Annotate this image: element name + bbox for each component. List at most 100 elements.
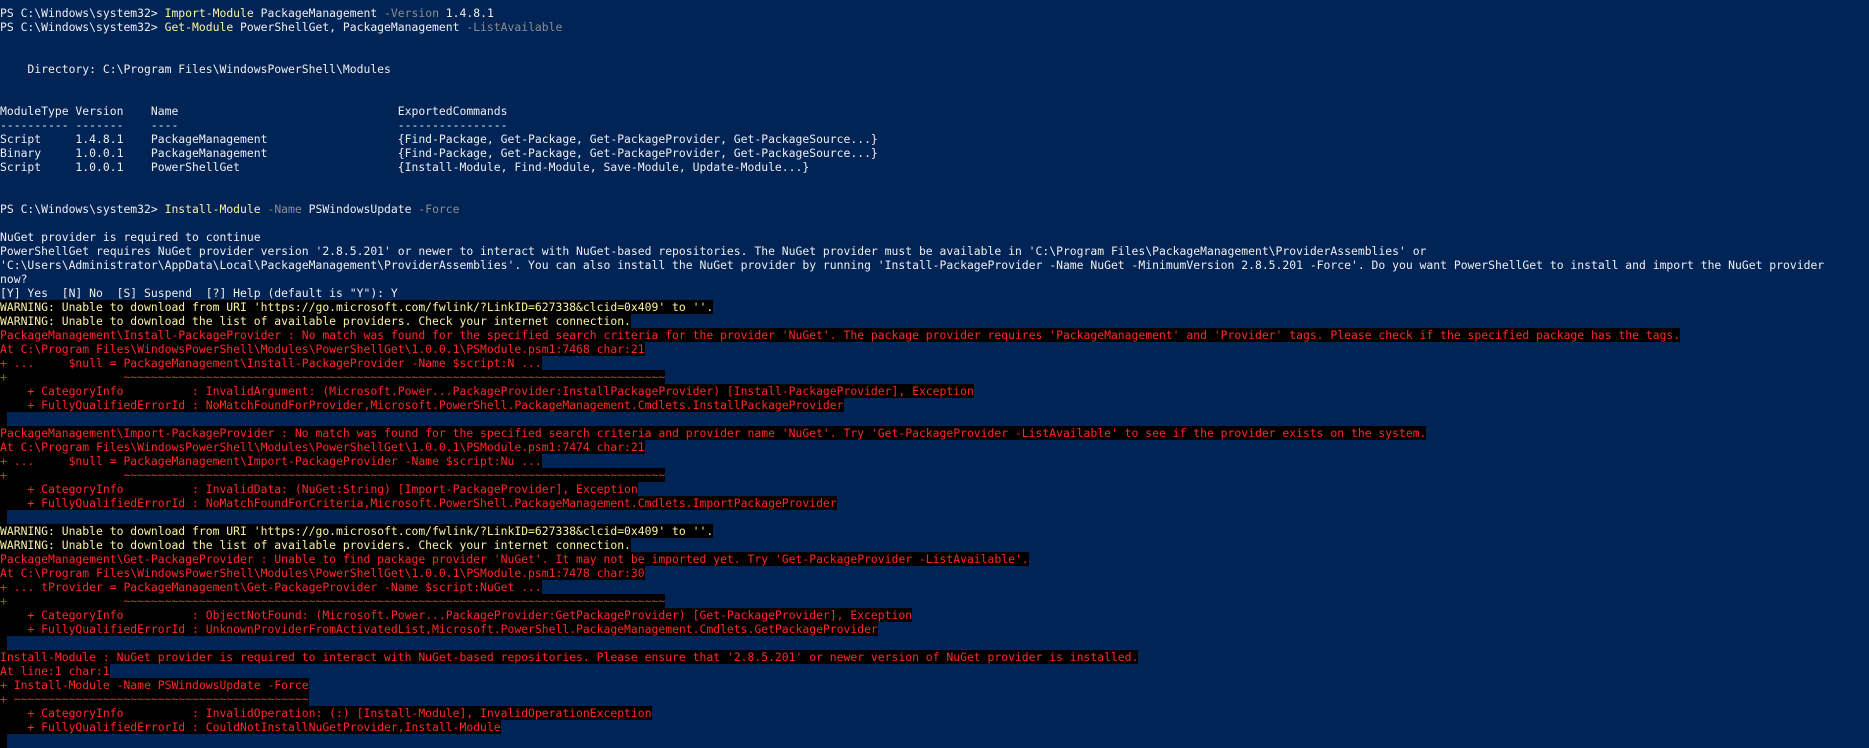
console-line: WARNING: Unable to download the list of … — [0, 538, 1869, 552]
console-line: + ~~~~~~~~~~~~~~~~~~~~~~~~~~~~~~~~~~~~~~… — [0, 370, 1869, 384]
error-text: PackageManagement\Import-PackageProvider… — [0, 426, 1427, 440]
console-line: At line:1 char:1 — [0, 664, 1869, 678]
output-text: Script 1.4.8.1 PackageManagement {Find-P… — [0, 132, 878, 146]
output-text: PackageManagement — [253, 6, 385, 20]
output-text: PSWindowsUpdate — [301, 202, 419, 216]
error-highlight — [0, 734, 7, 748]
warning-text: WARNING: Unable to download the list of … — [0, 538, 631, 552]
warning-text: WARNING: Unable to download the list of … — [0, 314, 631, 328]
error-text: + CategoryInfo : InvalidData: (NuGet:Str… — [0, 482, 638, 496]
console-line: PackageManagement\Get-PackageProvider : … — [0, 552, 1869, 566]
output-text: NuGet provider is required to continue — [0, 230, 261, 244]
console-line: + FullyQualifiedErrorId : CouldNotInstal… — [0, 720, 1869, 734]
warning-text: WARNING: Unable to download from URI 'ht… — [0, 524, 714, 538]
error-text: At C:\Program Files\WindowsPowerShell\Mo… — [0, 566, 645, 580]
console-line: + Install-Module -Name PSWindowsUpdate -… — [0, 678, 1869, 692]
error-text: + FullyQualifiedErrorId : NoMatchFoundFo… — [0, 496, 837, 510]
error-text: + FullyQualifiedErrorId : CouldNotInstal… — [0, 720, 501, 734]
output-text: PS C:\Windows\system32> — [0, 20, 165, 34]
console-line — [0, 734, 1869, 748]
console-line: PackageManagement\Install-PackageProvide… — [0, 328, 1869, 342]
console-line: + CategoryInfo : InvalidOperation: (:) [… — [0, 706, 1869, 720]
error-text: At line:1 char:1 — [0, 664, 110, 678]
output-text: 'C:\Users\Administrator\AppData\Local\Pa… — [0, 258, 1825, 272]
console-line: + FullyQualifiedErrorId : NoMatchFoundFo… — [0, 496, 1869, 510]
console-line: Directory: C:\Program Files\WindowsPower… — [0, 62, 1869, 76]
output-text: PowerShellGet requires NuGet provider ve… — [0, 244, 1427, 258]
console-line: ModuleType Version Name ExportedCommands — [0, 104, 1869, 118]
console-line: + ... $null = PackageManagement\Import-P… — [0, 454, 1869, 468]
powershell-console[interactable]: PS C:\Windows\system32> Import-Module Pa… — [0, 6, 1869, 748]
output-text: ---------- ------- ---- ---------------- — [0, 118, 508, 132]
error-highlight — [0, 412, 7, 426]
error-highlight — [0, 510, 7, 524]
error-text: Install-Module : NuGet provider is requi… — [0, 650, 1139, 664]
error-text: PackageManagement\Get-PackageProvider : … — [0, 552, 1029, 566]
console-line: Script 1.4.8.1 PackageManagement {Find-P… — [0, 132, 1869, 146]
error-text: + CategoryInfo : InvalidArgument: (Micro… — [0, 384, 974, 398]
error-text: PackageManagement\Install-PackageProvide… — [0, 328, 1681, 342]
console-line: + ... tProvider = PackageManagement\Get-… — [0, 580, 1869, 594]
output-text: Binary 1.0.0.1 PackageManagement {Find-P… — [0, 146, 878, 160]
command-name: Import-Module — [164, 6, 254, 20]
console-line: Install-Module : NuGet provider is requi… — [0, 650, 1869, 664]
output-text: 1.4.8.1 — [438, 6, 494, 20]
console-line: + ~~~~~~~~~~~~~~~~~~~~~~~~~~~~~~~~~~~~~~… — [0, 468, 1869, 482]
console-line: + FullyQualifiedErrorId : UnknownProvide… — [0, 622, 1869, 636]
error-text: + FullyQualifiedErrorId : NoMatchFoundFo… — [0, 398, 844, 412]
error-text: + ~~~~~~~~~~~~~~~~~~~~~~~~~~~~~~~~~~~~~~… — [0, 594, 666, 608]
command-parameter: -Name — [267, 202, 302, 216]
command-parameter: -Force — [418, 202, 460, 216]
output-text: PS C:\Windows\system32> — [0, 202, 165, 216]
error-text: At C:\Program Files\WindowsPowerShell\Mo… — [0, 342, 645, 356]
console-line: Binary 1.0.0.1 PackageManagement {Find-P… — [0, 146, 1869, 160]
console-line: Script 1.0.0.1 PowerShellGet {Install-Mo… — [0, 160, 1869, 174]
console-line: WARNING: Unable to download from URI 'ht… — [0, 524, 1869, 538]
console-line: WARNING: Unable to download from URI 'ht… — [0, 300, 1869, 314]
console-line: At C:\Program Files\WindowsPowerShell\Mo… — [0, 566, 1869, 580]
output-text: ModuleType Version Name ExportedCommands — [0, 104, 508, 118]
error-text: + CategoryInfo : InvalidOperation: (:) [… — [0, 706, 652, 720]
console-line: WARNING: Unable to download the list of … — [0, 314, 1869, 328]
error-text: + ... $null = PackageManagement\Install-… — [0, 356, 542, 370]
console-line: + CategoryInfo : ObjectNotFound: (Micros… — [0, 608, 1869, 622]
error-text: + ~~~~~~~~~~~~~~~~~~~~~~~~~~~~~~~~~~~~~~… — [0, 370, 666, 384]
console-line: + ... $null = PackageManagement\Install-… — [0, 356, 1869, 370]
console-line: At C:\Program Files\WindowsPowerShell\Mo… — [0, 440, 1869, 454]
error-text: + ~~~~~~~~~~~~~~~~~~~~~~~~~~~~~~~~~~~~~~… — [0, 692, 309, 706]
console-line: ---------- ------- ---- ---------------- — [0, 118, 1869, 132]
command-name: Install-Module — [164, 202, 261, 216]
output-text: [Y] Yes [N] No [S] Suspend [?] Help (def… — [0, 286, 398, 300]
error-text: At C:\Program Files\WindowsPowerShell\Mo… — [0, 440, 645, 454]
console-line: PackageManagement\Import-PackageProvider… — [0, 426, 1869, 440]
console-line: + ~~~~~~~~~~~~~~~~~~~~~~~~~~~~~~~~~~~~~~… — [0, 594, 1869, 608]
error-highlight — [0, 636, 7, 650]
error-text: + ... tProvider = PackageManagement\Get-… — [0, 580, 542, 594]
output-text: Directory: C:\Program Files\WindowsPower… — [0, 62, 391, 76]
error-text: + FullyQualifiedErrorId : UnknownProvide… — [0, 622, 878, 636]
console-line: [Y] Yes [N] No [S] Suspend [?] Help (def… — [0, 286, 1869, 300]
error-text: + CategoryInfo : ObjectNotFound: (Micros… — [0, 608, 913, 622]
console-line: NuGet provider is required to continue — [0, 230, 1869, 244]
console-line — [0, 636, 1869, 650]
console-line: now? — [0, 272, 1869, 286]
console-line: PS C:\Windows\system32> Install-Module -… — [0, 202, 1869, 216]
command-name: Get-Module — [164, 20, 234, 34]
console-line — [0, 510, 1869, 524]
console-line — [0, 412, 1869, 426]
console-line: PS C:\Windows\system32> Get-Module Power… — [0, 20, 1869, 34]
console-line: + CategoryInfo : InvalidData: (NuGet:Str… — [0, 482, 1869, 496]
console-line: + CategoryInfo : InvalidArgument: (Micro… — [0, 384, 1869, 398]
output-text: PS C:\Windows\system32> — [0, 6, 165, 20]
console-line: PS C:\Windows\system32> Import-Module Pa… — [0, 6, 1869, 20]
error-text: + ... $null = PackageManagement\Import-P… — [0, 454, 542, 468]
console-line: At C:\Program Files\WindowsPowerShell\Mo… — [0, 342, 1869, 356]
command-parameter: -ListAvailable — [466, 20, 563, 34]
output-text: now? — [0, 272, 28, 286]
